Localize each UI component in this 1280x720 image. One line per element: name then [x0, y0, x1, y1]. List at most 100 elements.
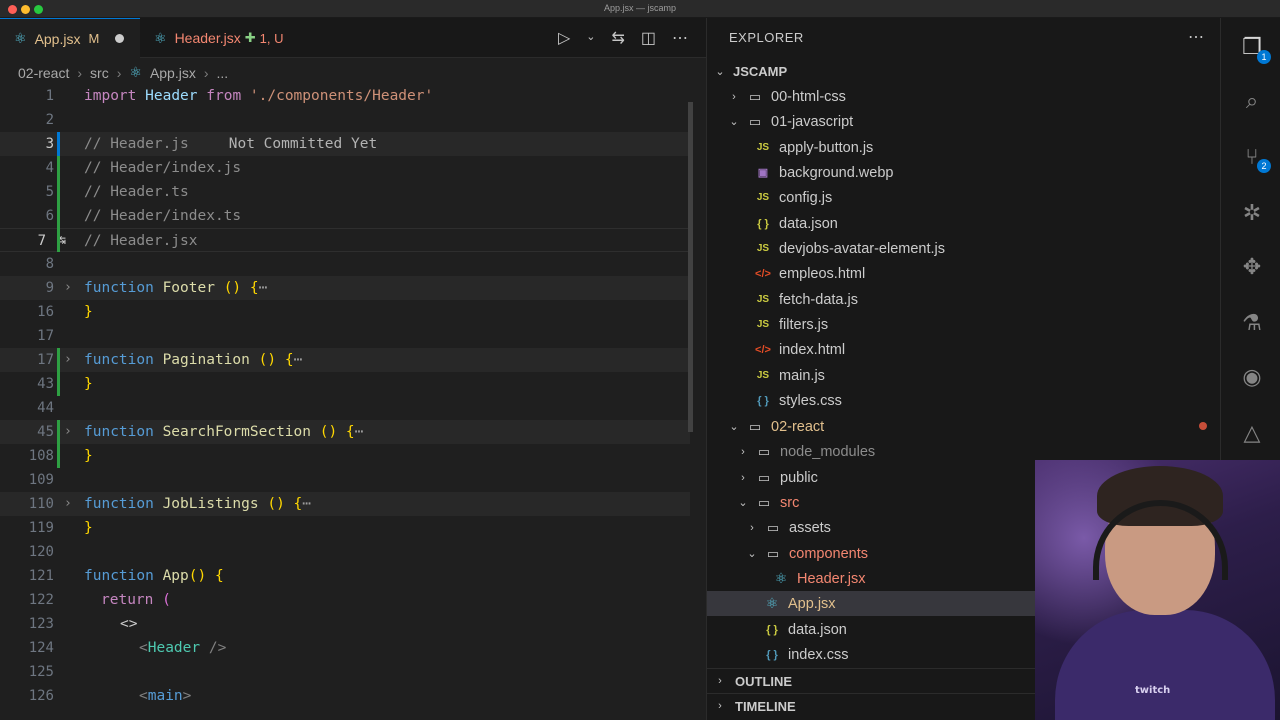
search-icon[interactable]: ⌕	[1239, 88, 1265, 114]
breadcrumb-more[interactable]: ...	[217, 65, 229, 81]
code-line: 6 // Header/index.ts	[0, 204, 690, 228]
folder-icon: ▭	[748, 88, 762, 104]
code-line: 108 }	[0, 444, 690, 468]
fold-chevron-icon[interactable]: ›	[64, 348, 72, 372]
tree-file[interactable]: JS devjobs-avatar-element.js	[707, 236, 1221, 261]
tree-file[interactable]: </> index.html	[707, 337, 1221, 362]
tree-item-label: index.html	[779, 341, 846, 358]
testing-icon[interactable]: ⚗	[1239, 310, 1265, 336]
tree-folder[interactable]: ⌄ ▭ 02-react	[707, 414, 1221, 439]
chevron-down-icon: ⌄	[715, 66, 725, 78]
line-number: 9	[45, 280, 54, 296]
tree-item-label: data.json	[788, 621, 847, 638]
json-file-icon: { }	[757, 217, 769, 230]
tree-item-label: fetch-data.js	[779, 291, 858, 308]
git-added-gutter	[57, 420, 60, 468]
code-line: 124 <Header />	[0, 636, 690, 660]
breadcrumb-folder[interactable]: 02-react	[18, 65, 69, 81]
tree-item-label: public	[780, 469, 818, 486]
tree-root-label: JSCAMP	[733, 64, 788, 79]
code-line: 17	[0, 324, 690, 348]
github-icon[interactable]: ◉	[1239, 364, 1265, 390]
run-icon[interactable]: ▷	[558, 28, 570, 48]
tree-file[interactable]: JS fetch-data.js	[707, 287, 1221, 312]
tree-file[interactable]: JS apply-button.js	[707, 135, 1221, 160]
tree-file[interactable]: </> empleos.html	[707, 261, 1221, 286]
code-line: 125	[0, 660, 690, 684]
tab-app-jsx[interactable]: ⚛ App.jsx M	[0, 18, 140, 58]
line-number: 16	[37, 304, 54, 320]
breadcrumb-file[interactable]: App.jsx	[150, 65, 196, 81]
git-modified-gutter	[57, 132, 60, 156]
css-file-icon: { }	[766, 648, 778, 661]
split-editor-icon[interactable]: ◫	[641, 28, 656, 48]
tree-file[interactable]: { } styles.css	[707, 388, 1221, 413]
more-actions-icon[interactable]: ⋯	[1188, 27, 1204, 47]
git-blame-annotation: Not Committed Yet	[228, 136, 378, 152]
tree-file[interactable]: JS main.js	[707, 363, 1221, 388]
tree-file[interactable]: JS config.js	[707, 185, 1221, 210]
tree-folder[interactable]: ⌄ ▭ 01-javascript	[707, 109, 1221, 134]
react-icon: ⚛	[154, 29, 167, 46]
tree-file[interactable]: ▣ background.webp	[707, 160, 1221, 185]
tree-item-label: data.json	[779, 215, 838, 232]
react-icon: ⚛	[14, 30, 27, 46]
editor-scrollbar[interactable]	[688, 102, 693, 432]
code-text: function Pagination () {⋯	[84, 352, 303, 368]
chevron-right-icon: ›	[741, 445, 745, 458]
line-number: 110	[28, 496, 54, 512]
code-line: 5 // Header.ts	[0, 180, 690, 204]
deploy-icon[interactable]: △	[1239, 420, 1265, 446]
tree-root[interactable]: ⌄ JSCAMP	[707, 59, 1221, 84]
source-control-compare-icon[interactable]: ⇆	[611, 28, 624, 48]
hoodie-logo: twitch	[1135, 685, 1171, 696]
tree-item-label: Header.jsx	[797, 570, 866, 587]
chevron-right-icon: ›	[77, 64, 83, 81]
fold-chevron-icon[interactable]: ›	[64, 276, 72, 300]
fold-chevron-icon[interactable]: ›	[64, 420, 72, 444]
line-number: 126	[28, 688, 54, 704]
folder-icon: ▭	[757, 443, 771, 459]
folder-open-icon: ▭	[748, 418, 762, 434]
line-number: 124	[28, 640, 54, 656]
chevron-down-icon[interactable]: ⌄	[586, 28, 595, 48]
tab-header-jsx[interactable]: ⚛ Header.jsx ✚ 1, U	[140, 18, 310, 58]
folder-open-icon: ▭	[748, 113, 762, 129]
unsaved-dot-icon[interactable]	[115, 34, 125, 43]
section-title: OUTLINE	[735, 673, 793, 689]
code-line: 109	[0, 468, 690, 492]
extensions-icon[interactable]: ✥	[1239, 254, 1265, 280]
tree-item-label: index.css	[788, 646, 849, 663]
chevron-right-icon: ›	[732, 90, 736, 103]
code-text: function SearchFormSection () {⋯	[84, 424, 364, 440]
code-text: // Header.ts	[84, 184, 189, 200]
code-line: 121 function App() {	[0, 564, 690, 588]
chevron-right-icon: ›	[116, 64, 122, 81]
tree-file[interactable]: JS filters.js	[707, 312, 1221, 337]
tree-item-label: assets	[789, 519, 831, 536]
tree-folder[interactable]: › ▭ 00-html-css	[707, 84, 1221, 109]
tree-item-label: config.js	[779, 189, 833, 206]
window-title: App.jsx — jscamp	[603, 3, 677, 13]
code-line: 8	[0, 252, 690, 276]
line-number: 123	[28, 616, 54, 632]
code-text: function Footer () {⋯	[84, 280, 268, 296]
fold-chevron-icon[interactable]: ›	[64, 492, 72, 516]
chevron-down-icon: ⌄	[729, 421, 739, 433]
tree-file[interactable]: { } data.json	[707, 211, 1221, 236]
code-line: 1 import Header from './components/Heade…	[0, 84, 690, 108]
chevron-down-icon: ⌄	[738, 497, 748, 509]
js-file-icon: JS	[756, 142, 770, 153]
code-line: 126 <main>	[0, 684, 690, 708]
more-actions-icon[interactable]: ⋯	[672, 28, 688, 48]
breadcrumb-folder[interactable]: src	[90, 65, 109, 81]
code-line: 9 › function Footer () {⋯	[0, 276, 690, 300]
extension-icon: ✚	[244, 30, 256, 45]
debug-icon[interactable]: ✲	[1239, 200, 1265, 226]
tab-label: App.jsx	[34, 30, 81, 47]
code-editor[interactable]: 1 import Header from './components/Heade…	[0, 84, 690, 720]
tree-item-label: devjobs-avatar-element.js	[779, 240, 946, 257]
line-number: 7	[37, 233, 46, 249]
code-text: <main>	[139, 688, 192, 704]
line-number: 125	[28, 664, 54, 680]
